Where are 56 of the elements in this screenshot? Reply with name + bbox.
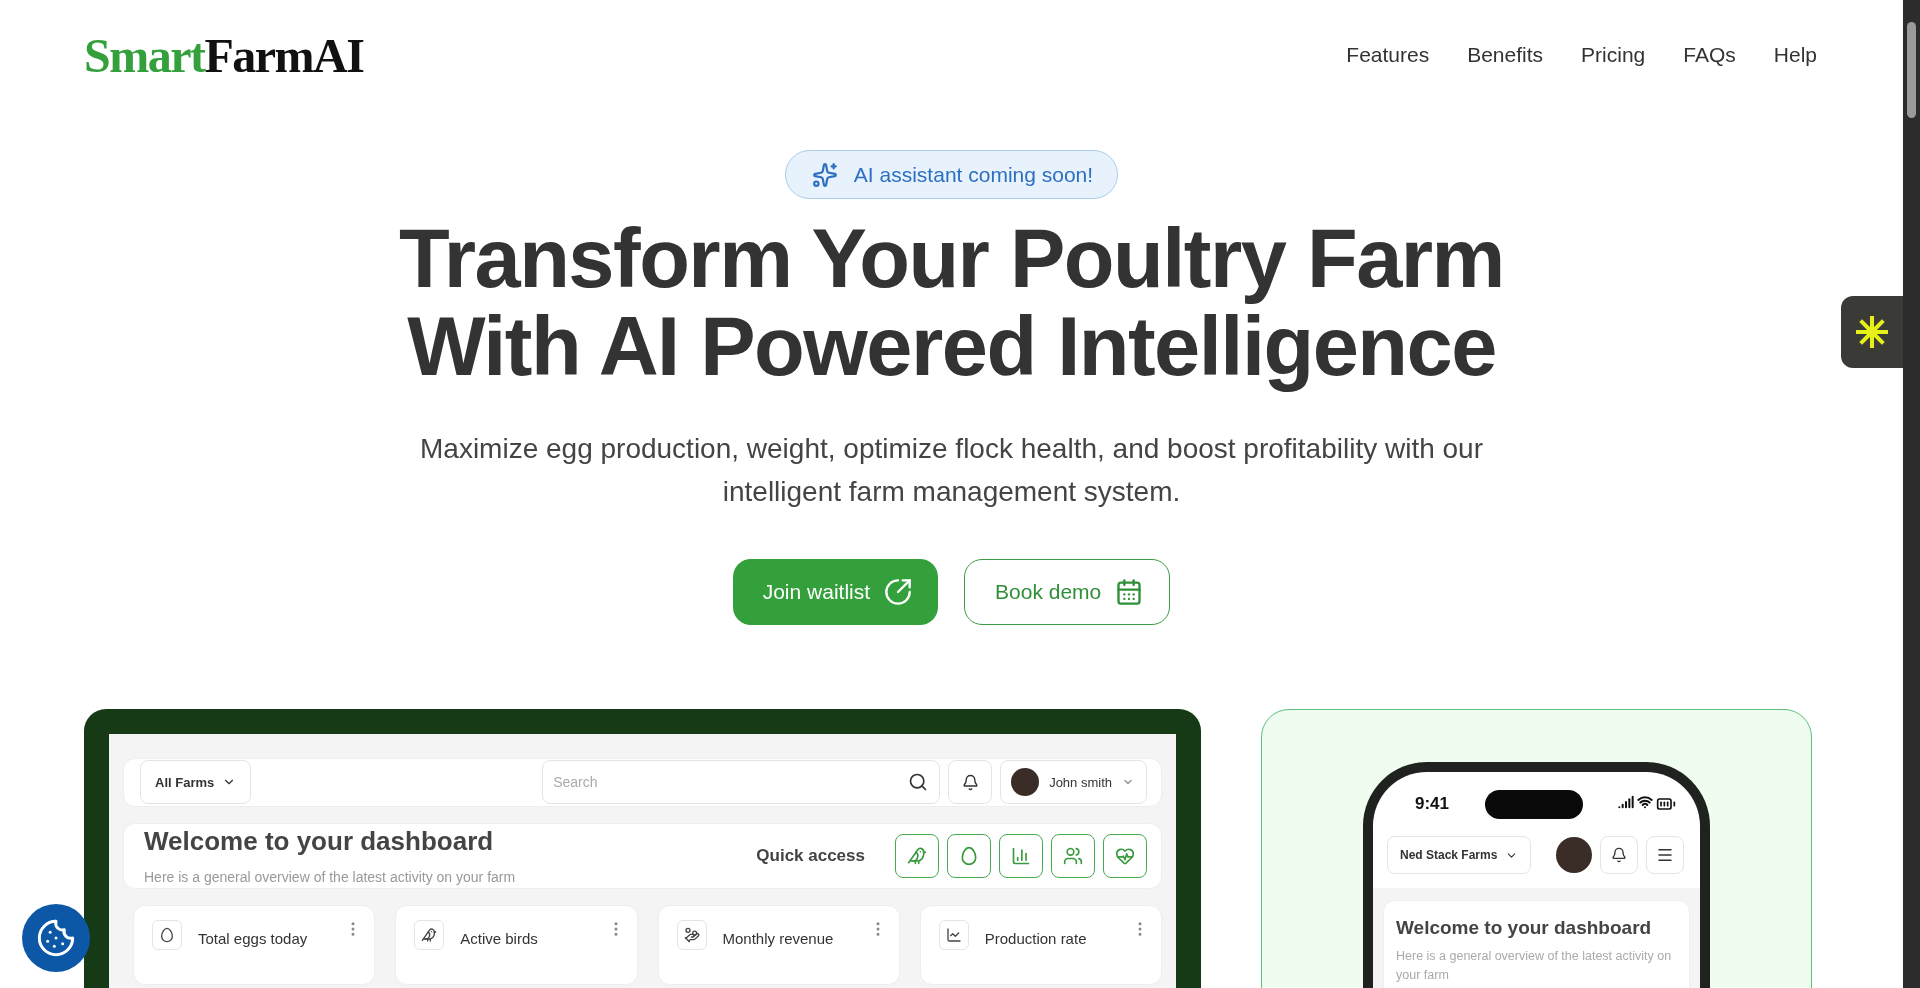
bar-chart-icon: [1011, 845, 1031, 866]
egg-icon: [959, 845, 979, 866]
widget-tab[interactable]: [1841, 296, 1903, 368]
hero-title: Transform Your Poultry Farm With AI Powered Intelligence: [399, 215, 1504, 391]
bell-icon: [1611, 847, 1627, 863]
quick-access-button[interactable]: [1051, 833, 1095, 878]
scrollbar[interactable]: [1903, 0, 1920, 988]
welcome-title: Welcome to your dashboard: [1396, 917, 1653, 939]
stat-label: Total eggs today: [198, 929, 308, 947]
nav-link[interactable]: Help: [1773, 43, 1817, 67]
status-time: 9:41: [1415, 794, 1450, 814]
line-chart-icon: [945, 927, 962, 943]
calendar-icon: [1115, 578, 1144, 606]
farm-dropdown[interactable]: All Farms: [140, 760, 252, 805]
bird-icon: [907, 845, 927, 866]
quick-access-button[interactable]: [1103, 833, 1147, 878]
logo[interactable]: SmartFarmAI: [84, 27, 364, 83]
notification-button[interactable]: [948, 760, 993, 805]
hand-coins-icon: [683, 927, 700, 943]
bell-icon: [961, 773, 979, 791]
cookie-icon: [36, 918, 76, 958]
nav-link[interactable]: Features: [1346, 43, 1430, 67]
hero-subtitle: Maximize egg production, weight, optimize flock health, and boost profitability with our intelligent farm management system.: [420, 432, 1483, 509]
asterisk-icon: [1854, 314, 1890, 350]
wifi-icon: [1637, 794, 1653, 810]
welcome-subtitle: Here is a general overview of the latest activity on your farm: [1396, 948, 1673, 984]
search-icon: [908, 772, 929, 793]
quick-access-label: Quick access: [756, 845, 865, 866]
menu-icon: [1656, 846, 1674, 864]
book-demo-button[interactable]: Book demo: [964, 559, 1171, 625]
menu-button[interactable]: [1646, 836, 1684, 874]
bird-icon: [421, 927, 438, 943]
arrow-icon: [884, 578, 913, 606]
heart-pulse-icon: [1115, 845, 1135, 866]
signal-icon: [1618, 794, 1634, 810]
avatar: [1011, 768, 1040, 797]
stat-label: Monthly revenue: [722, 929, 834, 947]
search-field[interactable]: Search: [542, 760, 941, 805]
welcome-title: Welcome to your dashboard: [144, 826, 495, 858]
nav-link[interactable]: Pricing: [1581, 43, 1646, 67]
stat-label: Production rate: [984, 929, 1087, 947]
user-menu[interactable]: John smith: [1000, 760, 1147, 805]
stat-label: Active birds: [460, 929, 538, 947]
sparkles-icon: [811, 161, 838, 188]
nav-link[interactable]: Benefits: [1467, 43, 1544, 67]
quick-access-button[interactable]: [895, 833, 939, 878]
egg-icon: [159, 927, 175, 943]
notification-button[interactable]: [1600, 836, 1638, 874]
quick-access-button[interactable]: [947, 833, 991, 878]
badge-text: AI assistant coming soon!: [853, 162, 1094, 187]
welcome-subtitle: Here is a general overview of the latest activity on your farm: [144, 869, 516, 886]
users-icon: [1063, 845, 1083, 866]
nav-link[interactable]: FAQs: [1683, 43, 1736, 67]
farm-dropdown[interactable]: Ned Stack Farms: [1387, 836, 1532, 874]
quick-access-button[interactable]: [999, 833, 1043, 878]
avatar: [1556, 837, 1592, 873]
